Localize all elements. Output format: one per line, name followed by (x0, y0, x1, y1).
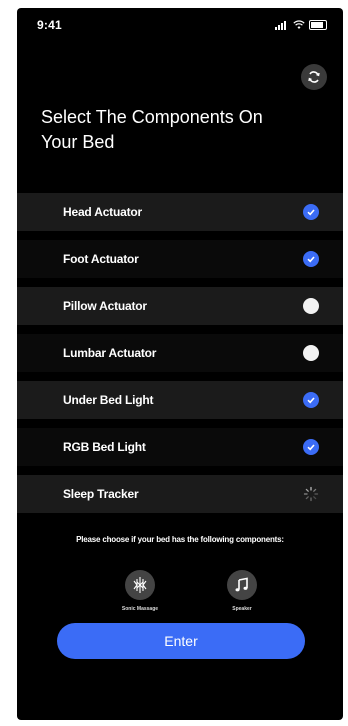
component-row-pillow-actuator[interactable]: Pillow Actuator (17, 287, 343, 325)
unchecked-circle-icon[interactable] (303, 298, 319, 314)
check-icon[interactable] (303, 251, 319, 267)
component-row-under-bed-light[interactable]: Under Bed Light (17, 381, 343, 419)
sonic-massage-option[interactable]: Sonic Massage (105, 570, 175, 612)
component-label: RGB Bed Light (63, 440, 146, 454)
check-icon[interactable] (303, 392, 319, 408)
status-time: 9:41 (37, 18, 62, 32)
sonic-massage-label: Sonic Massage (121, 606, 159, 612)
phone-screen: 9:41 Select The Components On Your Bed H… (17, 8, 343, 720)
components-hint: Please choose if your bed has the follow… (76, 535, 284, 544)
refresh-button[interactable] (301, 64, 327, 90)
component-label: Sleep Tracker (63, 487, 139, 501)
component-row-sleep-tracker[interactable]: Sleep Tracker (17, 475, 343, 513)
status-icons (275, 20, 327, 30)
component-label: Head Actuator (63, 205, 142, 219)
speaker-label: Speaker (232, 606, 252, 612)
sonic-wave-icon (125, 570, 155, 600)
loading-spinner-icon (303, 486, 319, 502)
music-note-icon (227, 570, 257, 600)
component-row-head-actuator[interactable]: Head Actuator (17, 193, 343, 231)
page-title: Select The Components On Your Bed (41, 107, 263, 152)
component-row-foot-actuator[interactable]: Foot Actuator (17, 240, 343, 278)
unchecked-circle-icon[interactable] (303, 345, 319, 361)
component-row-lumbar-actuator[interactable]: Lumbar Actuator (17, 334, 343, 372)
refresh-icon (308, 71, 320, 83)
component-label: Lumbar Actuator (63, 346, 157, 360)
signal-icon (275, 20, 289, 30)
component-list: Head Actuator Foot Actuator Pillow Actua… (17, 193, 343, 522)
component-row-rgb-bed-light[interactable]: RGB Bed Light (17, 428, 343, 466)
component-label: Under Bed Light (63, 393, 154, 407)
component-label: Foot Actuator (63, 252, 139, 266)
status-bar: 9:41 (17, 16, 343, 38)
check-icon[interactable] (303, 439, 319, 455)
wifi-icon (293, 20, 305, 29)
check-icon[interactable] (303, 204, 319, 220)
speaker-option[interactable]: Speaker (207, 570, 277, 612)
enter-button[interactable]: Enter (57, 623, 305, 659)
battery-icon (309, 20, 327, 30)
component-label: Pillow Actuator (63, 299, 147, 313)
